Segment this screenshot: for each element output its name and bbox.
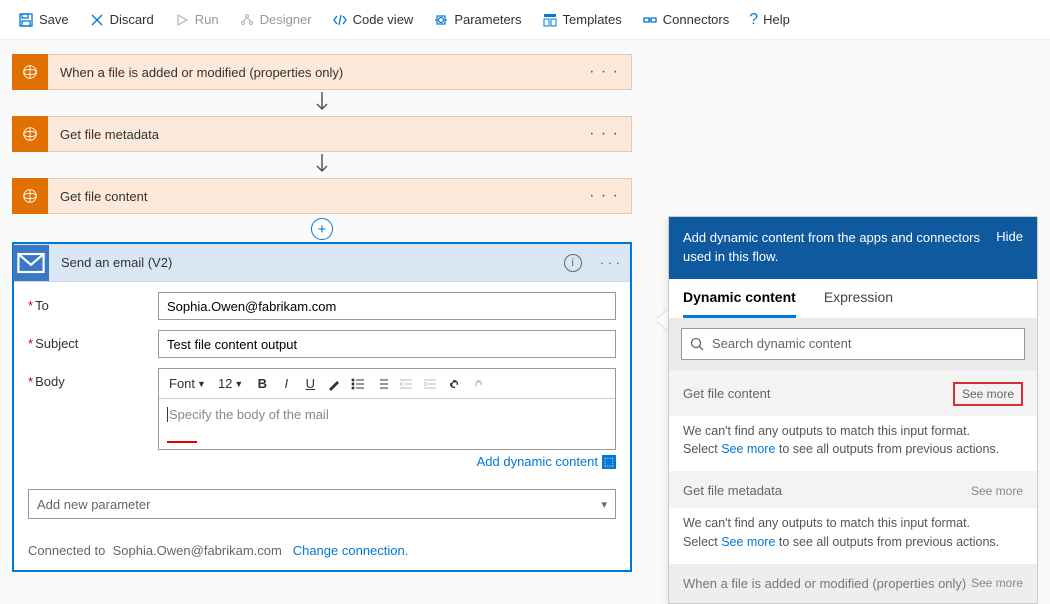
parameters-icon [433, 12, 449, 28]
section-get-file-content: Get file content See more [669, 370, 1037, 416]
tab-expression[interactable]: Expression [824, 289, 893, 318]
body-label: *Body [28, 368, 158, 389]
font-select[interactable]: Font▼ [165, 376, 210, 391]
content-menu[interactable]: · · · [577, 187, 631, 205]
to-label: *To [28, 292, 158, 313]
italic-icon[interactable]: I [275, 373, 297, 395]
panel-tabs: Dynamic content Expression [669, 279, 1037, 318]
body-editor: Font▼ 12▼ B I U [158, 368, 616, 450]
section-content-body: We can't find any outputs to match this … [669, 416, 1037, 472]
search-input[interactable]: Search dynamic content [681, 328, 1025, 360]
to-field[interactable] [158, 292, 616, 320]
help-button[interactable]: ? Help [741, 7, 798, 33]
send-email-header[interactable]: Send an email (V2) i · · · [14, 244, 630, 282]
send-email-card: Send an email (V2) i · · · *To *Subject … [12, 242, 632, 572]
trigger-title: When a file is added or modified (proper… [48, 65, 577, 80]
text-color-icon[interactable] [323, 373, 345, 395]
save-button[interactable]: Save [10, 8, 77, 32]
metadata-menu[interactable]: · · · [577, 125, 631, 143]
chevron-down-icon: ▾ [601, 498, 607, 511]
subject-label: *Subject [28, 330, 158, 351]
metadata-step[interactable]: Get file metadata · · · [12, 116, 632, 152]
send-email-menu[interactable]: · · · [590, 255, 630, 270]
section-get-file-metadata: Get file metadata See more [669, 471, 1037, 508]
see-more-inline-link[interactable]: See more [721, 442, 775, 456]
discard-button[interactable]: Discard [81, 8, 162, 32]
see-more-inline-link[interactable]: See more [721, 535, 775, 549]
section-trigger: When a file is added or modified (proper… [669, 564, 1037, 603]
trigger-menu[interactable]: · · · [577, 63, 631, 81]
bullet-list-icon[interactable] [347, 373, 369, 395]
connectors-icon [642, 12, 658, 28]
connection-footer: Connected to Sophia.Owen@fabrikam.com Ch… [14, 533, 630, 570]
search-icon [690, 337, 704, 351]
link-icon[interactable] [443, 373, 465, 395]
spellcheck-underline [167, 441, 197, 443]
add-step-button[interactable]: + [311, 218, 333, 240]
code-view-button[interactable]: Code view [324, 8, 422, 32]
dynamic-content-panel: Add dynamic content from the apps and co… [668, 216, 1038, 604]
add-parameter-dropdown[interactable]: Add new parameter ▾ [28, 489, 616, 519]
trigger-step[interactable]: When a file is added or modified (proper… [12, 54, 632, 90]
outlook-icon [13, 245, 49, 281]
flow-arrow [12, 152, 632, 178]
save-icon [18, 12, 34, 28]
change-connection-link[interactable]: Change connection. [293, 543, 409, 558]
bold-icon[interactable]: B [251, 373, 273, 395]
sharepoint-icon [12, 178, 48, 214]
number-list-icon[interactable] [371, 373, 393, 395]
parameters-button[interactable]: Parameters [425, 8, 529, 32]
underline-icon[interactable]: U [299, 373, 321, 395]
run-icon [174, 12, 190, 28]
templates-icon [542, 12, 558, 28]
add-dynamic-content-link[interactable]: Add dynamic content ⬚ [158, 450, 616, 479]
designer-button[interactable]: Designer [231, 8, 320, 32]
body-textarea[interactable]: Specify the body of the mail [159, 399, 615, 449]
hide-panel-button[interactable]: Hide [996, 229, 1023, 244]
text-cursor [167, 407, 168, 422]
panel-header-text: Add dynamic content from the apps and co… [683, 229, 986, 267]
code-view-icon [332, 12, 348, 28]
tab-dynamic-content[interactable]: Dynamic content [683, 289, 796, 318]
rich-text-toolbar: Font▼ 12▼ B I U [159, 369, 615, 399]
outdent-icon[interactable] [395, 373, 417, 395]
run-button[interactable]: Run [166, 8, 227, 32]
content-step[interactable]: Get file content · · · [12, 178, 632, 214]
designer-icon [239, 12, 255, 28]
see-more-trigger-button[interactable]: See more [971, 576, 1023, 590]
sharepoint-icon [12, 116, 48, 152]
font-size-select[interactable]: 12▼ [214, 376, 247, 391]
sharepoint-icon [12, 54, 48, 90]
add-dynamic-icon: ⬚ [602, 455, 616, 469]
send-email-title: Send an email (V2) [49, 255, 564, 270]
subject-field[interactable] [158, 330, 616, 358]
indent-icon[interactable] [419, 373, 441, 395]
see-more-metadata-button[interactable]: See more [971, 484, 1023, 498]
unlink-icon[interactable] [467, 373, 489, 395]
templates-button[interactable]: Templates [534, 8, 630, 32]
help-icon: ? [749, 11, 758, 29]
section-metadata-body: We can't find any outputs to match this … [669, 508, 1037, 564]
metadata-title: Get file metadata [48, 127, 577, 142]
info-icon[interactable]: i [564, 254, 582, 272]
flow-arrow [12, 90, 632, 116]
see-more-content-button[interactable]: See more [953, 382, 1023, 406]
top-toolbar: Save Discard Run Designer Code view Para… [0, 0, 1050, 40]
discard-icon [89, 12, 105, 28]
connectors-button[interactable]: Connectors [634, 8, 737, 32]
content-title: Get file content [48, 189, 577, 204]
callout-pointer [656, 310, 668, 330]
